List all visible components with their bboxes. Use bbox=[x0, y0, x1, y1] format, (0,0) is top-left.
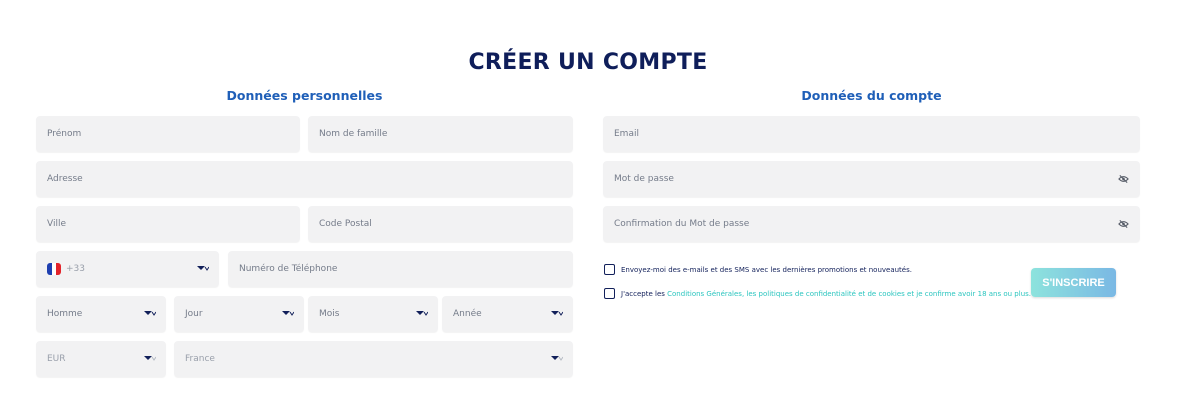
chevron-down-icon bbox=[144, 309, 156, 319]
france-flag-icon bbox=[47, 263, 61, 275]
gender-select[interactable]: Homme bbox=[36, 296, 166, 332]
terms-consent-checkbox[interactable] bbox=[604, 288, 615, 299]
first-name-placeholder: Prénom bbox=[47, 129, 82, 139]
month-value: Mois bbox=[319, 309, 340, 319]
last-name-placeholder: Nom de famille bbox=[319, 129, 388, 139]
chevron-down-icon bbox=[551, 309, 563, 319]
marketing-consent-row: Envoyez-moi des e-mails et des SMS avec … bbox=[604, 264, 912, 275]
register-button[interactable]: S'INSCRIRE bbox=[1031, 268, 1116, 297]
phone-code-value: +33 bbox=[47, 263, 85, 275]
marketing-consent-label: Envoyez-moi des e-mails et des SMS avec … bbox=[621, 265, 912, 274]
address-field[interactable]: Adresse bbox=[36, 161, 573, 197]
terms-consent-row: J'accepte les Conditions Générales, les … bbox=[604, 288, 1031, 299]
eye-slash-icon[interactable] bbox=[1118, 174, 1129, 184]
password-placeholder: Mot de passe bbox=[614, 174, 674, 184]
password-confirm-field[interactable]: Confirmation du Mot de passe bbox=[603, 206, 1140, 242]
day-value: Jour bbox=[185, 309, 203, 319]
first-name-field[interactable]: Prénom bbox=[36, 116, 300, 152]
phone-code-label: +33 bbox=[66, 264, 85, 274]
phone-number-placeholder: Numéro de Téléphone bbox=[239, 264, 338, 274]
day-select[interactable]: Jour bbox=[174, 296, 304, 332]
personal-data-title: Données personnelles bbox=[226, 88, 383, 103]
month-select[interactable]: Mois bbox=[308, 296, 438, 332]
chevron-down-icon bbox=[144, 354, 156, 364]
last-name-field[interactable]: Nom de famille bbox=[308, 116, 573, 152]
year-select[interactable]: Année bbox=[442, 296, 573, 332]
account-data-title: Données du compte bbox=[801, 88, 942, 103]
marketing-consent-checkbox[interactable] bbox=[604, 264, 615, 275]
chevron-down-icon bbox=[551, 354, 563, 364]
gender-value: Homme bbox=[47, 309, 83, 319]
terms-consent-label: J'accepte les Conditions Générales, les … bbox=[621, 290, 1031, 298]
terms-prefix: J'accepte les bbox=[621, 289, 668, 298]
year-value: Année bbox=[453, 309, 482, 319]
password-field[interactable]: Mot de passe bbox=[603, 161, 1140, 197]
address-placeholder: Adresse bbox=[47, 174, 83, 184]
currency-select[interactable]: EUR bbox=[36, 341, 166, 377]
password-confirm-placeholder: Confirmation du Mot de passe bbox=[614, 219, 750, 229]
eye-slash-icon[interactable] bbox=[1118, 219, 1129, 229]
chevron-down-icon bbox=[197, 264, 209, 274]
terms-rest[interactable]: , les politiques de confidentialité et d… bbox=[742, 290, 1031, 298]
city-field[interactable]: Ville bbox=[36, 206, 300, 242]
terms-link[interactable]: Conditions Générales bbox=[667, 290, 742, 298]
country-value: France bbox=[185, 354, 215, 364]
phone-number-field[interactable]: Numéro de Téléphone bbox=[228, 251, 573, 287]
chevron-down-icon bbox=[416, 309, 428, 319]
postal-code-field[interactable]: Code Postal bbox=[308, 206, 573, 242]
phone-code-select[interactable]: +33 bbox=[36, 251, 219, 287]
currency-value: EUR bbox=[47, 354, 66, 364]
email-field[interactable]: Email bbox=[603, 116, 1140, 152]
country-select[interactable]: France bbox=[174, 341, 573, 377]
city-placeholder: Ville bbox=[47, 219, 66, 229]
email-placeholder: Email bbox=[614, 129, 639, 139]
chevron-down-icon bbox=[282, 309, 294, 319]
postal-code-placeholder: Code Postal bbox=[319, 219, 372, 229]
page-title: CRÉER UN COMPTE bbox=[468, 50, 708, 75]
